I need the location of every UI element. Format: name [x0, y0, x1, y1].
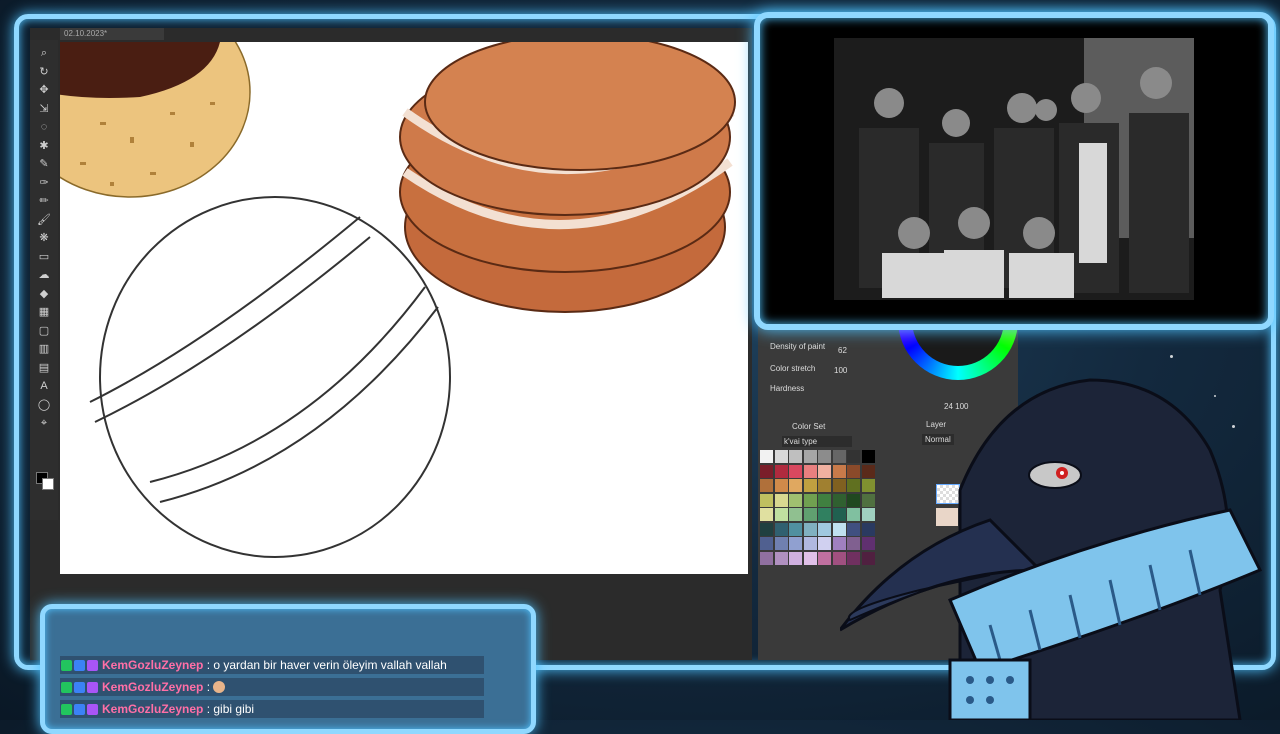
color-set-title: Color Set	[792, 422, 826, 431]
color-swatch[interactable]	[803, 537, 817, 550]
color-swatch[interactable]	[774, 551, 788, 565]
chat-username[interactable]: KemGozluZeynep	[102, 680, 203, 694]
painting-app-window: 02.10.2023* ⌕ ↻ ✥ ⇲ ◌ ✱ ✎ ✑ ✏ 🖌 ❋ ▭ ☁ ◆ ▦ ▢ ▥ ▤ A ◯ ⌖	[30, 28, 752, 660]
color-swatch[interactable]	[760, 450, 773, 463]
rotate-icon[interactable]: ↻	[36, 65, 52, 79]
chat-emote-icon	[213, 681, 226, 693]
color-indicator[interactable]	[36, 472, 54, 490]
moderator-badge-icon	[61, 682, 72, 693]
vip-badge-icon	[87, 660, 98, 671]
color-swatch[interactable]	[803, 508, 817, 521]
chat-text: o yardan bir haver verin öleyim vallah v…	[213, 658, 447, 672]
color-stretch-label: Color stretch	[770, 364, 816, 373]
color-swatch[interactable]	[818, 479, 831, 492]
color-swatch[interactable]	[789, 522, 802, 536]
eyedropper-icon[interactable]: ✎	[36, 157, 52, 171]
photo-people	[834, 38, 1194, 300]
chat-separator: :	[203, 680, 214, 694]
sphere-sketch	[89, 196, 451, 558]
balloon-icon[interactable]: ◯	[36, 398, 52, 412]
pen-icon[interactable]: ✑	[36, 176, 52, 190]
hardness-label: Hardness	[770, 384, 805, 393]
color-swatch[interactable]	[803, 450, 817, 463]
correct-line-icon[interactable]: ⌖	[36, 416, 52, 430]
color-swatch[interactable]	[803, 479, 817, 492]
chat-username[interactable]: KemGozluZeynep	[102, 702, 203, 716]
pencil-icon[interactable]: ✏	[36, 194, 52, 208]
chat-text: gibi gibi	[213, 702, 255, 716]
color-swatch[interactable]	[818, 508, 831, 521]
drawing-canvas[interactable]	[60, 42, 748, 574]
moderator-badge-icon	[61, 704, 72, 715]
transform-icon[interactable]: ⇲	[36, 102, 52, 116]
color-swatch[interactable]	[803, 493, 817, 507]
shape-icon[interactable]: ▢	[36, 324, 52, 338]
color-swatch[interactable]	[818, 464, 831, 478]
subscriber-badge-icon	[74, 660, 85, 671]
color-swatch[interactable]	[818, 450, 831, 463]
group-photo	[834, 38, 1194, 300]
chat-separator: :	[203, 658, 214, 672]
color-swatch[interactable]	[789, 479, 802, 492]
color-swatch[interactable]	[789, 450, 802, 463]
color-swatch[interactable]	[774, 493, 788, 507]
color-swatch[interactable]	[774, 450, 788, 463]
density-label: Density of paint	[770, 342, 826, 351]
eraser-icon[interactable]: ▭	[36, 250, 52, 264]
vip-badge-icon	[87, 682, 98, 693]
text-icon[interactable]: A	[36, 379, 52, 393]
color-swatch[interactable]	[760, 479, 773, 492]
magic-wand-icon[interactable]: ✱	[36, 139, 52, 153]
color-swatch[interactable]	[818, 493, 831, 507]
ruler-icon[interactable]: ▤	[36, 361, 52, 375]
color-swatch[interactable]	[760, 508, 773, 521]
crow-avatar	[840, 378, 1263, 720]
color-swatch[interactable]	[760, 522, 773, 536]
airbrush-icon[interactable]: ❋	[36, 231, 52, 245]
tool-palette: ⌕ ↻ ✥ ⇲ ◌ ✱ ✎ ✑ ✏ 🖌 ❋ ▭ ☁ ◆ ▦ ▢ ▥ ▤ A ◯ ⌖	[30, 40, 58, 520]
color-swatch[interactable]	[760, 537, 773, 550]
color-swatch[interactable]	[789, 493, 802, 507]
color-swatch[interactable]	[760, 551, 773, 565]
color-swatch[interactable]	[818, 551, 831, 565]
color-swatch[interactable]	[774, 479, 788, 492]
lasso-icon[interactable]: ◌	[36, 120, 52, 134]
color-swatch[interactable]	[789, 551, 802, 565]
artwork	[60, 42, 736, 558]
subscriber-badge-icon	[74, 682, 85, 693]
blend-icon[interactable]: ☁	[36, 268, 52, 282]
color-swatch[interactable]	[774, 522, 788, 536]
chat-message: KemGozluZeynep : o yardan bir haver veri…	[60, 656, 484, 674]
cookie-illustration	[60, 42, 251, 198]
density-value[interactable]: 62	[838, 346, 847, 355]
brush-icon[interactable]: 🖌	[36, 213, 52, 227]
color-swatch[interactable]	[760, 464, 773, 478]
color-swatch[interactable]	[789, 508, 802, 521]
fill-icon[interactable]: ◆	[36, 287, 52, 301]
frame-icon[interactable]: ▥	[36, 342, 52, 356]
document-tab[interactable]: 02.10.2023*	[60, 28, 164, 40]
move-icon[interactable]: ✥	[36, 83, 52, 97]
color-swatch[interactable]	[774, 508, 788, 521]
zoom-icon[interactable]: ⌕	[36, 46, 52, 60]
color-swatch[interactable]	[818, 522, 831, 536]
chat-message: KemGozluZeynep :	[60, 678, 484, 696]
color-swatch[interactable]	[789, 537, 802, 550]
subscriber-badge-icon	[74, 704, 85, 715]
color-swatch[interactable]	[774, 537, 788, 550]
chat-username[interactable]: KemGozluZeynep	[102, 658, 203, 672]
color-swatch[interactable]	[803, 522, 817, 536]
color-swatch[interactable]	[760, 493, 773, 507]
color-swatch[interactable]	[789, 464, 802, 478]
moderator-badge-icon	[61, 660, 72, 671]
color-swatch[interactable]	[818, 537, 831, 550]
chat-message: KemGozluZeynep : gibi gibi	[60, 700, 484, 718]
color-swatch[interactable]	[774, 464, 788, 478]
macaron-illustration	[399, 42, 736, 313]
gradient-icon[interactable]: ▦	[36, 305, 52, 319]
color-swatch[interactable]	[803, 464, 817, 478]
vip-badge-icon	[87, 704, 98, 715]
color-swatch[interactable]	[803, 551, 817, 565]
chat-separator: :	[203, 702, 214, 716]
